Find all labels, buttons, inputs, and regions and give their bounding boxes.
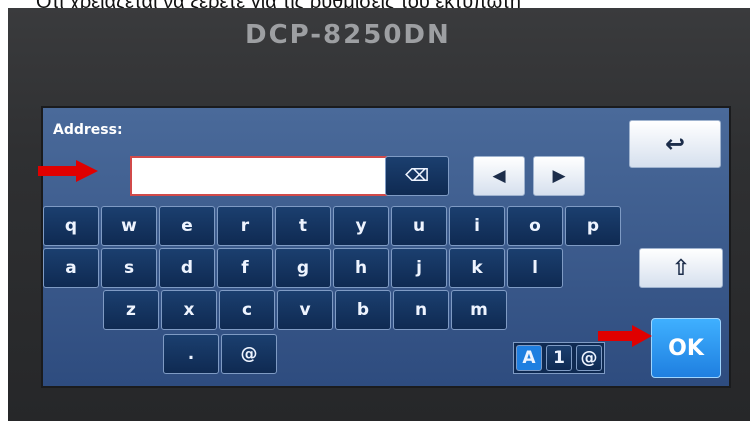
letter-key[interactable]: d [159,248,215,288]
backspace-button[interactable]: ⌫ [385,156,449,196]
mode-alpha-button[interactable]: A [516,345,542,371]
address-input[interactable] [130,156,392,196]
letter-key[interactable]: u [391,206,447,246]
letter-key[interactable]: j [391,248,447,288]
letter-key[interactable]: k [449,248,505,288]
letter-key[interactable]: q [43,206,99,246]
annotation-arrow-ok [598,325,652,347]
letter-key[interactable]: p [565,206,621,246]
letter-key[interactable]: l [507,248,563,288]
letter-key[interactable]: c [219,290,275,330]
letter-key[interactable]: m [451,290,507,330]
ok-button[interactable]: OK [651,318,721,378]
printer-control-panel: DCP-8250DN Address: ⌫ ◀ ▶ ↩ qwertyuiop a… [8,8,750,421]
symbol-key[interactable]: @ [221,334,277,374]
letter-key[interactable]: f [217,248,273,288]
annotation-arrow-address [38,160,98,182]
letter-key[interactable]: r [217,206,273,246]
letter-key[interactable]: e [159,206,215,246]
cursor-right-button[interactable]: ▶ [533,156,585,196]
address-label: Address: [53,122,123,138]
letter-key[interactable]: x [161,290,217,330]
letter-key[interactable]: z [103,290,159,330]
letter-key[interactable]: w [101,206,157,246]
letter-key[interactable]: b [335,290,391,330]
lcd-touchscreen: Address: ⌫ ◀ ▶ ↩ qwertyuiop asdfghjkl zx… [41,106,731,388]
letter-key[interactable]: s [101,248,157,288]
letter-key[interactable]: y [333,206,389,246]
model-label: DCP-8250DN [245,20,451,50]
cursor-left-button[interactable]: ◀ [473,156,525,196]
mode-numeric-button[interactable]: 1 [546,345,572,371]
letter-key[interactable]: i [449,206,505,246]
letter-key[interactable]: v [277,290,333,330]
letter-key[interactable]: n [393,290,449,330]
shift-button[interactable]: ⇧ [639,248,723,288]
back-button[interactable]: ↩ [629,120,721,168]
letter-key[interactable]: g [275,248,331,288]
letter-key[interactable]: t [275,206,331,246]
input-mode-strip: A 1 @ [513,342,605,374]
letter-key[interactable]: o [507,206,563,246]
letter-key[interactable]: a [43,248,99,288]
mode-symbol-button[interactable]: @ [576,345,602,371]
letter-key[interactable]: h [333,248,389,288]
symbol-key[interactable]: . [163,334,219,374]
